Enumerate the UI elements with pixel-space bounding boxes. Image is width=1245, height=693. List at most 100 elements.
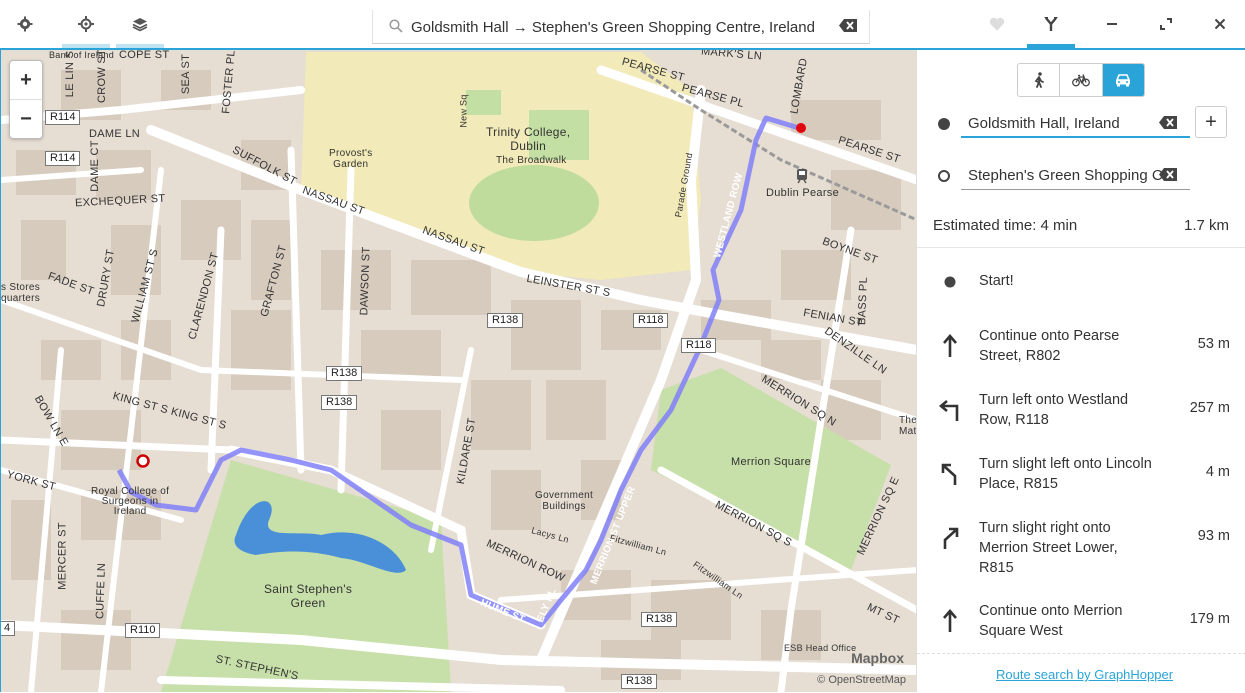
search-text[interactable]: Goldsmith Hall → Stephen's Green Shoppin…	[411, 19, 815, 36]
add-point-button[interactable]: +	[1195, 106, 1227, 138]
route-summary: Estimated time: 4 min 1.7 km	[933, 217, 1229, 234]
from-input[interactable]: Goldsmith Hall, Ireland	[961, 110, 1190, 138]
instruction-row[interactable]: Turn slight right onto Merrion Street Lo…	[917, 518, 1245, 578]
merrion-square-label: Merrion Square	[731, 456, 812, 468]
layers-icon	[132, 18, 148, 32]
dawson-st-label: DAWSON ST	[358, 246, 373, 316]
instruction-text: Turn left onto Westland Row, R118	[979, 392, 1129, 428]
slight-right-icon	[943, 527, 959, 549]
road-sign-r138: R138	[487, 313, 524, 328]
layers-button[interactable]	[116, 0, 164, 48]
dame-ct-label: DAME CT	[88, 140, 101, 192]
road-sign-r138: R138	[321, 395, 358, 410]
backspace-icon[interactable]	[1159, 168, 1177, 181]
instruction-text: Continue onto Pearse Street, R802	[979, 328, 1120, 364]
from-dot-icon	[938, 118, 950, 130]
college-park-oval	[469, 165, 599, 241]
mapbox-logo: Mapbox	[851, 650, 904, 666]
to-point-row: Stephen's Green Shopping C	[917, 158, 1245, 194]
stores-label: s Stores quarters	[1, 282, 41, 304]
instruction-distance: 93 m	[1197, 528, 1230, 544]
maximize-icon	[1160, 18, 1172, 30]
road-sign-r118: R118	[681, 338, 717, 353]
royal-college-label: Royal College of Surgeons in Ireland	[91, 486, 170, 517]
new-sq-label: New Sq	[458, 94, 469, 128]
to-dot-icon	[938, 170, 950, 182]
crosshair-icon	[78, 16, 94, 32]
instruction-row[interactable]: Start!	[917, 262, 1245, 322]
the-mater-label: The Mater	[899, 415, 916, 437]
road-sign-r110: R110	[125, 623, 161, 638]
zoom-control: + −	[9, 60, 43, 139]
turn-left-icon	[938, 400, 959, 421]
instruction-row[interactable]: Continue onto Merrion Square West 179 m	[917, 601, 1245, 661]
esb-label: ESB Head Office	[784, 643, 857, 653]
favorite-button[interactable]	[973, 0, 1021, 48]
bike-icon	[1072, 74, 1090, 87]
start-dot-icon	[944, 276, 956, 288]
road-sign-r118: R118	[633, 313, 669, 328]
car-mode-button[interactable]	[1102, 64, 1144, 96]
straight-arrow-icon	[943, 334, 957, 357]
maximize-button[interactable]	[1142, 0, 1190, 48]
zoom-out-button[interactable]: −	[10, 100, 42, 138]
end-marker	[136, 454, 150, 468]
instruction-text: Turn slight right onto Merrion Street Lo…	[979, 520, 1118, 576]
road-sign-r114: R114	[45, 151, 81, 166]
instruction-text: Start!	[979, 273, 1014, 289]
le-lin-s-label: LE LIN S	[64, 50, 77, 98]
graphhopper-link[interactable]: Route search by GraphHopper	[996, 667, 1173, 682]
close-button[interactable]	[1196, 0, 1244, 48]
trinity-college-label: Trinity College, Dublin	[486, 125, 571, 153]
from-point-row: Goldsmith Hall, Ireland +	[917, 106, 1245, 142]
settings-button[interactable]	[1, 0, 49, 48]
crow-st-label: CROW ST	[96, 50, 109, 104]
top-toolbar: Goldsmith Hall → Stephen's Green Shoppin…	[0, 0, 1245, 50]
summary-divider	[917, 247, 1245, 248]
cope-st-label: COPE ST	[119, 50, 170, 61]
instruction-row[interactable]: Turn slight left onto Lincoln Place, R81…	[917, 454, 1245, 514]
map-view[interactable]: + − Trinity College, Dublin The Broadwal…	[0, 50, 916, 692]
route-icon	[1044, 17, 1058, 31]
start-marker	[796, 123, 806, 133]
heart-icon	[989, 17, 1005, 31]
locate-button[interactable]	[62, 0, 110, 48]
government-buildings-label: Government Buildings	[535, 490, 594, 512]
map-attribution[interactable]: © OpenStreetMap	[817, 674, 906, 686]
zoom-in-button[interactable]: +	[10, 61, 42, 100]
vehicle-selector	[1017, 63, 1145, 97]
to-input[interactable]: Stephen's Green Shopping C	[961, 162, 1190, 190]
straight-arrow-icon	[943, 609, 957, 632]
minimize-icon	[1107, 23, 1117, 25]
saint-stephens-green-label: Saint Stephen's Green	[264, 582, 353, 610]
instruction-text: Continue onto Merrion Square West	[979, 603, 1123, 639]
walk-mode-button[interactable]	[1018, 64, 1061, 96]
slight-left-icon	[941, 463, 957, 485]
sea-st-label: SEA ST	[180, 53, 193, 95]
total-distance: 1.7 km	[1183, 217, 1229, 234]
road-sign-r114: R114	[45, 110, 81, 125]
estimated-time: Estimated time: 4 min	[933, 217, 1078, 234]
backspace-icon[interactable]	[839, 19, 857, 32]
close-icon	[1214, 18, 1226, 30]
instruction-distance: 179 m	[1189, 611, 1230, 627]
road-sign-4: 4	[1, 621, 16, 636]
instruction-row[interactable]: Continue onto Pearse Street, R802 53 m	[917, 326, 1245, 386]
panel-footer: Route search by GraphHopper	[917, 653, 1245, 693]
instruction-distance: 53 m	[1197, 336, 1230, 352]
dublin-pearse-label: Dublin Pearse	[766, 187, 839, 199]
bike-mode-button[interactable]	[1060, 64, 1103, 96]
minimize-button[interactable]	[1088, 0, 1136, 48]
road-sign-r138: R138	[641, 612, 678, 627]
cuffe-ln-label: CUFFE LN	[94, 562, 109, 620]
car-icon	[1116, 74, 1131, 87]
road-sign-r138: R138	[621, 674, 658, 689]
mercer-st-label: MERCER ST	[56, 522, 69, 590]
instruction-row[interactable]: Turn left onto Westland Row, R118 257 m	[917, 390, 1245, 450]
route-button[interactable]	[1027, 0, 1075, 48]
backspace-icon[interactable]	[1159, 116, 1177, 129]
search-bar[interactable]: Goldsmith Hall → Stephen's Green Shoppin…	[372, 10, 870, 44]
provosts-garden-label: Provost's Garden	[329, 148, 373, 170]
map-base	[1, 50, 916, 692]
gear-icon	[17, 16, 33, 32]
